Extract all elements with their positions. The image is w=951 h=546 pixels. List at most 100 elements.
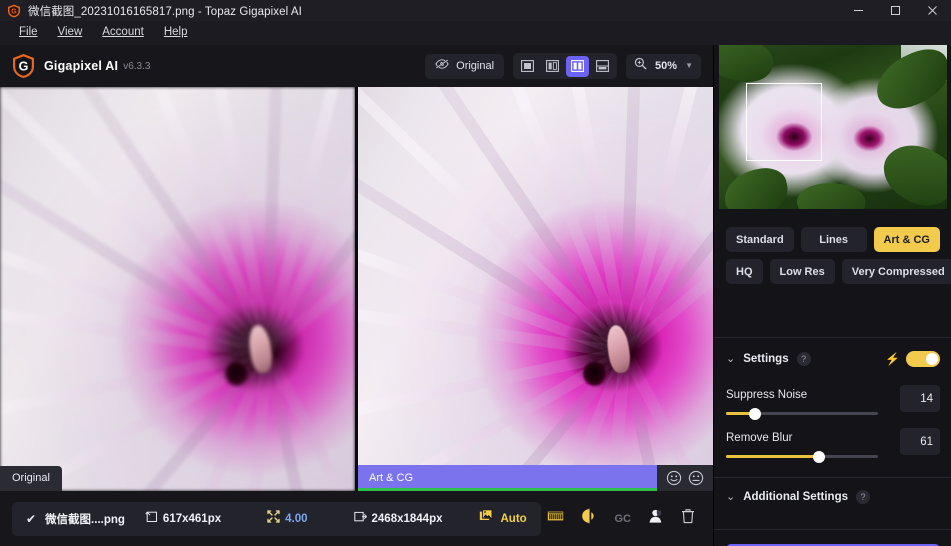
auto-label: Auto bbox=[500, 512, 527, 525]
output-size-group: 2468x1844px bbox=[353, 510, 443, 528]
menu-bar: File View Account Help bbox=[0, 21, 951, 45]
suppress-noise-label: Suppress Noise bbox=[726, 389, 808, 401]
auto-image-icon bbox=[479, 509, 494, 528]
remove-blur-label: Remove Blur bbox=[726, 432, 793, 444]
menu-item-file[interactable]: File bbox=[9, 24, 48, 42]
remove-blur-value[interactable]: 61 bbox=[900, 428, 940, 455]
main-toolbar: G Gigapixel AI v6.3.3 Original 50% ▼ bbox=[0, 45, 713, 87]
lightning-bolt-icon: ⚡ bbox=[885, 352, 900, 366]
scale-value-label: 4.00 bbox=[285, 512, 308, 525]
preset-low-res[interactable]: Low Res bbox=[769, 259, 835, 284]
menu-item-account[interactable]: Account bbox=[92, 24, 154, 42]
additional-settings-title: Additional Settings bbox=[743, 491, 848, 503]
export-size-icon bbox=[353, 510, 367, 528]
remove-blur-slider[interactable] bbox=[726, 450, 878, 463]
gigapixel-logo-icon: G bbox=[12, 53, 35, 79]
suppress-noise-slider[interactable] bbox=[726, 407, 878, 420]
original-image bbox=[0, 87, 355, 491]
remove-blur-control: Remove Blur 61 bbox=[714, 428, 951, 463]
film-strip-icon[interactable] bbox=[547, 509, 564, 528]
close-icon[interactable] bbox=[914, 0, 951, 21]
zoom-level-value: 50% bbox=[655, 60, 678, 72]
resize-arrows-icon bbox=[267, 509, 280, 528]
toggle-switch[interactable] bbox=[906, 351, 940, 367]
processed-model-label: Art & CG bbox=[369, 472, 414, 484]
feedback-button-group bbox=[657, 465, 713, 491]
menu-item-view[interactable]: View bbox=[48, 24, 93, 42]
suppress-noise-control: Suppress Noise 14 bbox=[714, 385, 951, 420]
menu-file-label: File bbox=[19, 26, 38, 39]
file-info-card[interactable]: ✔ 微信截图....png 617x461px 4.00 2468x1844px bbox=[12, 501, 541, 536]
auto-mode-button[interactable]: Auto bbox=[479, 509, 527, 528]
input-size-label: 617x461px bbox=[162, 512, 222, 525]
gigapixel-app-window: G 微信截图_20231016165817.png - Topaz Gigapi… bbox=[0, 0, 951, 546]
minimize-icon[interactable] bbox=[840, 0, 877, 21]
magnifier-icon bbox=[634, 57, 647, 75]
smiley-neutral-icon[interactable] bbox=[688, 470, 704, 486]
brand-block: G Gigapixel AI v6.3.3 bbox=[0, 53, 150, 79]
window-controls bbox=[840, 0, 951, 21]
navigator-viewport-rect[interactable] bbox=[746, 82, 822, 162]
maximize-icon[interactable] bbox=[877, 0, 914, 21]
image-size-icon bbox=[145, 510, 158, 528]
additional-settings-help-icon[interactable]: ? bbox=[856, 490, 870, 504]
side-by-side-icon[interactable] bbox=[566, 55, 590, 77]
preset-lines[interactable]: Lines bbox=[800, 227, 867, 252]
bottom-tool-icons: GC bbox=[547, 508, 714, 529]
chevron-down-icon[interactable]: ⌄ bbox=[726, 353, 735, 365]
split-pane-icon[interactable] bbox=[541, 56, 564, 77]
gc-label: GC bbox=[614, 512, 632, 525]
preset-art-and-cg[interactable]: Art & CG bbox=[873, 227, 940, 252]
settings-section-header[interactable]: ⌄ Settings ? ⚡ bbox=[714, 348, 951, 370]
toolbar-controls: Original 50% ▼ bbox=[425, 53, 713, 79]
original-pane-label: Original bbox=[0, 466, 62, 491]
smiley-happy-icon[interactable] bbox=[666, 470, 682, 486]
settings-help-icon[interactable]: ? bbox=[796, 352, 811, 366]
svg-text:G: G bbox=[11, 8, 17, 15]
menu-help-label: Help bbox=[163, 26, 188, 39]
suppress-noise-value[interactable]: 14 bbox=[900, 385, 940, 412]
additional-settings-header[interactable]: ⌄ Additional Settings ? bbox=[714, 486, 951, 508]
input-size-group: 617x461px bbox=[145, 510, 221, 528]
original-button-label: Original bbox=[456, 60, 495, 72]
chevron-down-icon[interactable]: ⌄ bbox=[726, 491, 735, 503]
preset-standard[interactable]: Standard bbox=[726, 227, 794, 252]
preset-row-primary: Standard Lines Art & CG bbox=[726, 227, 940, 252]
scale-group: 4.00 bbox=[267, 509, 308, 528]
checkmark-icon: ✔ bbox=[26, 511, 37, 526]
preset-very-compressed[interactable]: Very Compressed bbox=[841, 259, 951, 284]
model-preset-group: Standard Lines Art & CG HQ Low Res Very … bbox=[714, 227, 951, 291]
processed-image bbox=[358, 87, 713, 491]
eye-off-icon bbox=[435, 57, 449, 75]
navigator-thumbnail[interactable] bbox=[719, 45, 947, 209]
window-title: 微信截图_20231016165817.png - Topaz Gigapixe… bbox=[28, 5, 302, 18]
menu-item-help[interactable]: Help bbox=[154, 24, 198, 42]
settings-divider-top bbox=[714, 337, 951, 338]
settings-title: Settings bbox=[743, 353, 789, 365]
processed-image-pane[interactable]: Art & CG Updated bbox=[358, 87, 713, 491]
brand-name: Gigapixel AI bbox=[44, 59, 119, 73]
image-comparison-area: Original Art & CG bbox=[0, 87, 713, 491]
file-name-label: 微信截图....png bbox=[45, 513, 125, 526]
title-bar: G 微信截图_20231016165817.png - Topaz Gigapi… bbox=[0, 0, 951, 21]
additional-settings-divider bbox=[714, 477, 951, 478]
face-recovery-icon[interactable] bbox=[648, 508, 664, 529]
topaz-shield-icon: G bbox=[7, 4, 21, 18]
preset-hq[interactable]: HQ bbox=[726, 259, 763, 284]
grid-pane-icon[interactable] bbox=[591, 56, 614, 77]
zoom-control[interactable]: 50% ▼ bbox=[626, 53, 701, 79]
menu-account-label: Account bbox=[102, 26, 144, 39]
view-mode-group bbox=[513, 53, 618, 79]
chevron-down-icon[interactable]: ▼ bbox=[685, 62, 693, 70]
original-image-pane[interactable]: Original bbox=[0, 87, 355, 491]
bottom-status-bar: ✔ 微信截图....png 617x461px 4.00 2468x1844px bbox=[0, 491, 713, 546]
menu-view-label: View bbox=[57, 26, 83, 39]
save-divider bbox=[714, 529, 951, 530]
svg-text:G: G bbox=[19, 60, 29, 74]
trash-icon[interactable] bbox=[681, 508, 695, 529]
single-pane-icon[interactable] bbox=[516, 56, 539, 77]
original-toggle-button[interactable]: Original bbox=[425, 53, 505, 79]
contrast-split-icon[interactable] bbox=[581, 508, 598, 529]
auto-settings-toggle[interactable]: ⚡ bbox=[885, 351, 940, 367]
preset-row-secondary: HQ Low Res Very Compressed bbox=[726, 259, 951, 284]
